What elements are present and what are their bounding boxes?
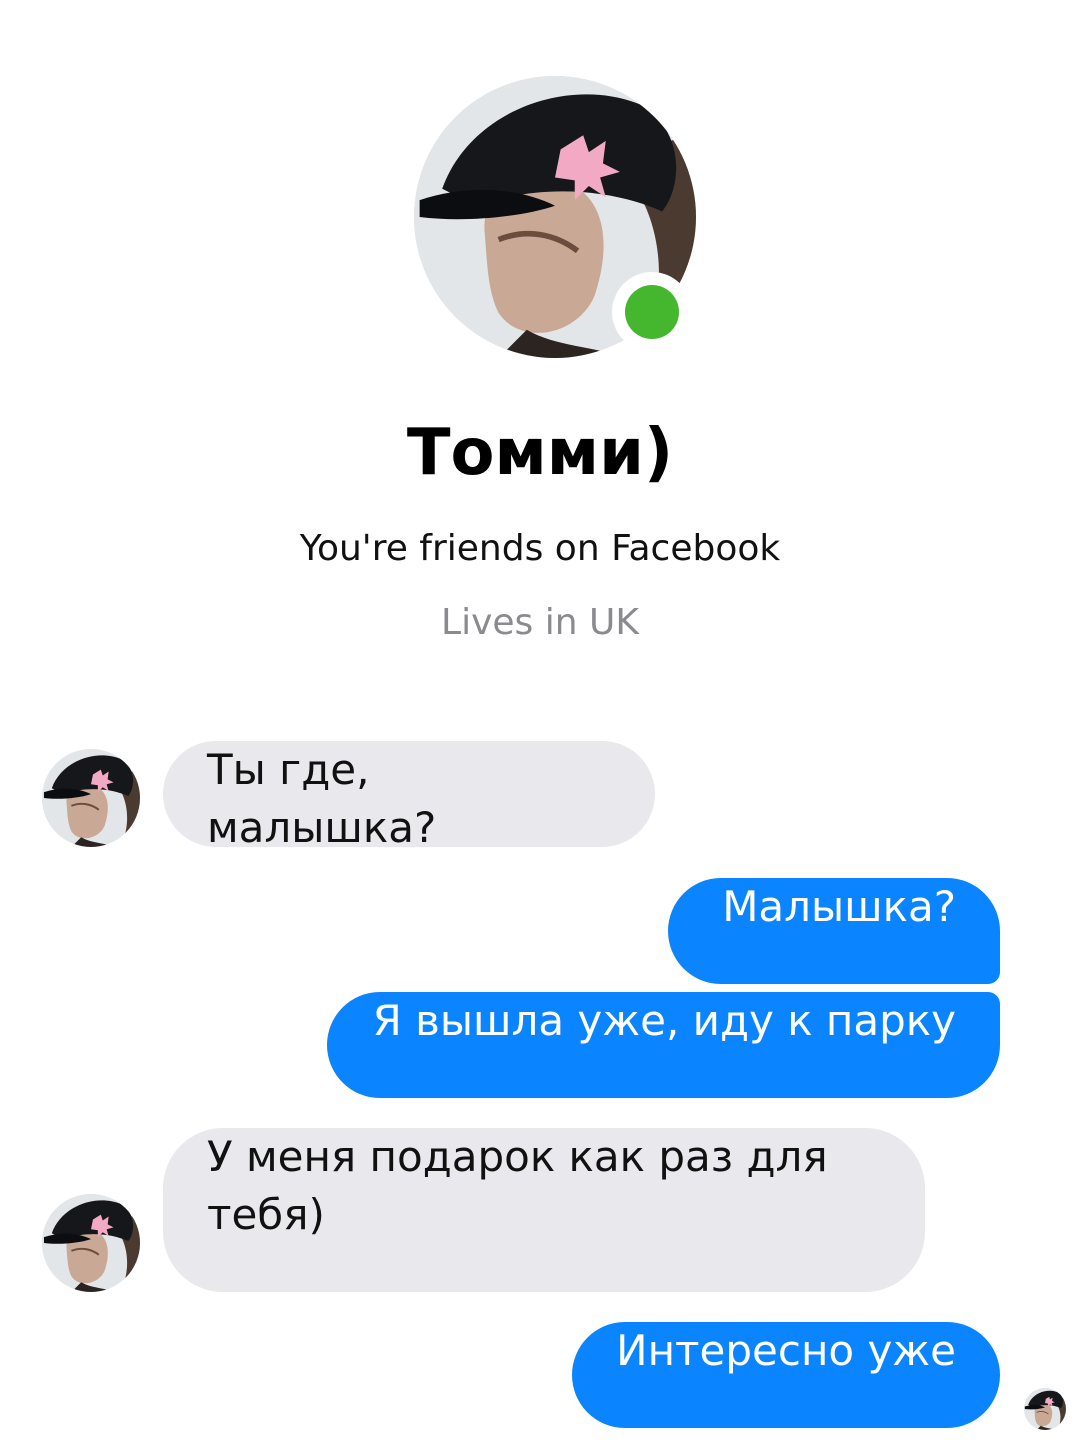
incoming-message-bubble[interactable]: У меня подарок как раз для тебя) [163, 1128, 925, 1292]
incoming-message-bubble[interactable]: Ты где, малышка? [163, 741, 655, 852]
outgoing-message-bubble[interactable]: Малышка? [668, 878, 1000, 984]
sender-avatar[interactable] [42, 749, 140, 847]
outgoing-message-bubble[interactable]: Я вышла уже, иду к парку [327, 992, 1000, 1098]
sender-avatar[interactable] [42, 1194, 140, 1292]
chat-screen: Томми) You're friends on Facebook Lives … [0, 0, 1080, 1440]
location-info: Lives in UK [441, 602, 639, 643]
seen-receipt-avatar [1024, 1388, 1066, 1430]
friends-status: You're friends on Facebook [299, 528, 781, 569]
contact-name[interactable]: Томми) [0, 408, 1080, 498]
online-status-dot [612, 272, 692, 352]
outgoing-message-bubble[interactable]: Интересно уже [572, 1322, 1000, 1428]
